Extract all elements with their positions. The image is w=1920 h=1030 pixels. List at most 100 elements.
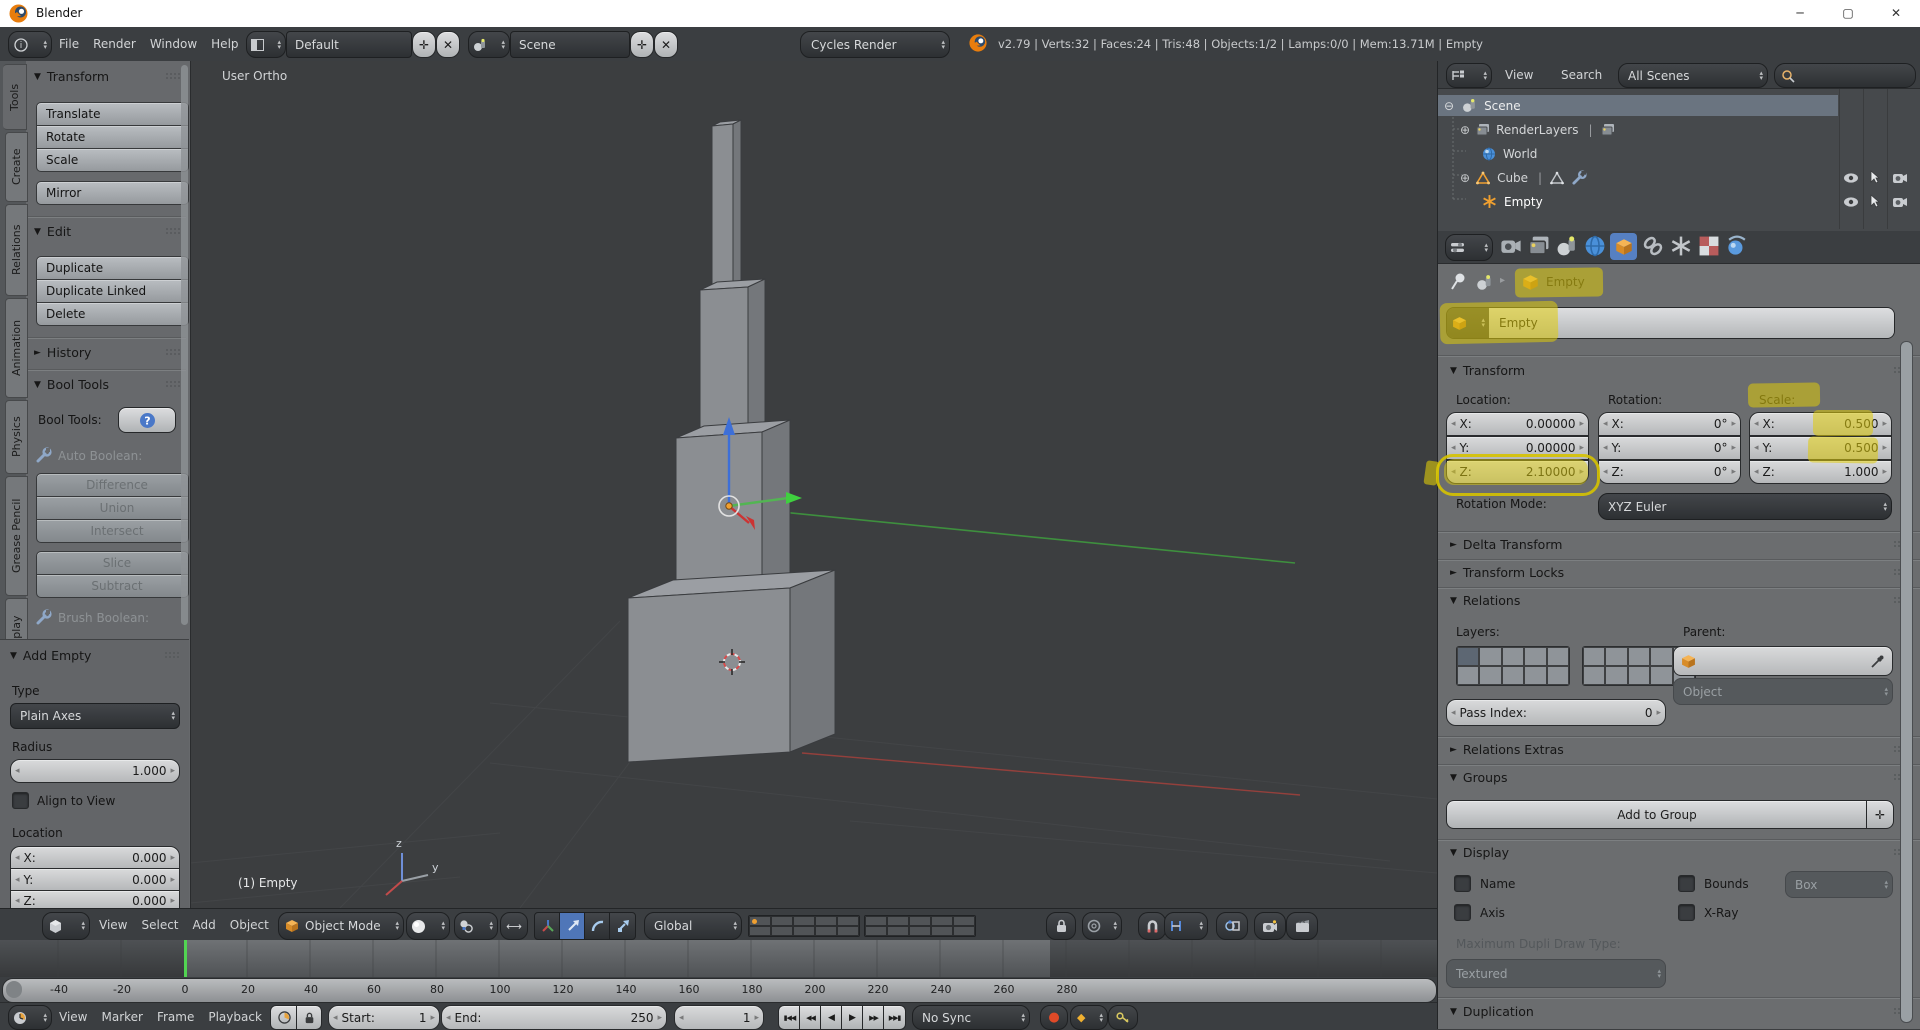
viewport-menu-object[interactable]: Object [223, 912, 276, 938]
align-to-view-checkbox[interactable] [12, 792, 29, 809]
boolean-slice-button[interactable]: Slice [36, 551, 189, 575]
scene-name-field[interactable]: Scene [510, 31, 630, 58]
breadcrumb-scene-icon[interactable] [1476, 274, 1493, 291]
shelf-tab-create[interactable]: Create [5, 132, 28, 202]
delete-layout-button[interactable]: ✕ [436, 31, 460, 58]
play-button[interactable]: ▶ [841, 1005, 864, 1030]
panel-grip[interactable] [165, 227, 182, 236]
ruler-end-knob[interactable] [6, 981, 22, 998]
panel-header-edit[interactable]: ▼ Edit [34, 224, 182, 239]
panel-grip[interactable] [165, 348, 182, 357]
panel-header-groups[interactable]: ▼ Groups [1450, 770, 1910, 785]
display-xray-checkbox[interactable] [1678, 904, 1695, 921]
render-engine-selector[interactable]: Cycles Render ▴ ▾ [800, 31, 950, 58]
opengl-render-anim-button[interactable] [1286, 912, 1318, 940]
next-keyframe-button[interactable]: ▶▶ [862, 1005, 885, 1030]
display-name-checkbox[interactable] [1454, 875, 1471, 892]
prop-scale-x[interactable]: ◂ X: 0.500 ▸ [1749, 412, 1892, 436]
object-name-field[interactable]: Empty [1489, 308, 1894, 338]
panel-header-history[interactable]: ► History [34, 345, 182, 360]
lock-to-scene-toggle[interactable] [1046, 912, 1076, 940]
use-preview-range-toggle[interactable] [270, 1005, 298, 1030]
empty-type-dropdown[interactable]: Plain Axes ▴ ▾ [10, 703, 180, 729]
panel-header-duplication[interactable]: ▼ Duplication [1450, 1004, 1910, 1019]
tab-constraints[interactable] [1642, 235, 1664, 260]
layers-widget-group2[interactable] [864, 915, 976, 937]
play-reverse-button[interactable]: ◀ [820, 1005, 843, 1030]
maximize-button[interactable]: ▢ [1824, 0, 1872, 26]
pass-index-field[interactable]: ◂ Pass Index: 0 ▸ [1446, 699, 1666, 726]
tab-object-active[interactable] [1610, 233, 1637, 260]
manipulator-translate-toggle[interactable] [559, 912, 586, 940]
timeline-menu-view[interactable]: View [52, 1004, 94, 1030]
shelf-tab-animation[interactable]: Animation [5, 298, 28, 398]
breadcrumb-object-name[interactable]: Empty [1546, 275, 1585, 289]
editor-type-selector[interactable]: i ▴ ▾ [8, 31, 52, 58]
timeline-menu-marker[interactable]: Marker [94, 1004, 149, 1030]
location-y-field[interactable]: ◂ Y: 0.000 ▸ [10, 868, 180, 891]
outliner-menu-view[interactable]: View [1498, 62, 1540, 88]
scale-button[interactable]: Scale [36, 148, 189, 172]
object-id-icon-segment[interactable]: ▴ ▾ [1447, 308, 1489, 338]
display-axis-checkbox[interactable] [1454, 904, 1471, 921]
prop-location-x[interactable]: ◂ X: 0.00000 ▸ [1446, 412, 1589, 436]
insert-keyframe-button[interactable] [1108, 1005, 1138, 1030]
bool-tools-help-button[interactable]: ? [118, 407, 176, 433]
shelf-tab-relations[interactable]: Relations [5, 204, 28, 296]
outliner-editor-selector[interactable]: ▴ ▾ [1446, 63, 1492, 88]
timeline-menu-playback[interactable]: Playback [201, 1004, 269, 1030]
add-scene-button[interactable]: ✛ [630, 31, 654, 58]
object-layers-grid1[interactable] [1456, 646, 1570, 686]
viewport-3d[interactable]: User Ortho z y (1) Empty [190, 61, 1437, 908]
menu-window[interactable]: Window [143, 31, 204, 57]
max-dupli-draw-dropdown[interactable]: Textured ▴ ▾ [1446, 959, 1666, 988]
tab-world[interactable] [1584, 235, 1606, 260]
mirror-button[interactable]: Mirror [36, 181, 189, 205]
outliner-menu-search[interactable]: Search [1554, 62, 1609, 88]
menu-file[interactable]: File [52, 31, 86, 57]
panel-grip[interactable] [165, 72, 182, 81]
viewport-editor-selector[interactable]: ▴ ▾ [42, 912, 90, 940]
add-to-group-button[interactable]: Add to Group [1446, 800, 1868, 829]
panel-grip[interactable] [165, 380, 182, 389]
prop-rotation-y[interactable]: ◂ Y: 0° ▸ [1598, 436, 1741, 460]
minimize-button[interactable]: ─ [1776, 0, 1824, 26]
modifier-wrench-icon[interactable] [1572, 170, 1587, 185]
expand-icon[interactable]: ⊕ [1460, 171, 1470, 185]
location-x-field[interactable]: ◂ X: 0.000 ▸ [10, 846, 180, 869]
prop-rotation-z[interactable]: ◂ Z: 0° ▸ [1598, 460, 1741, 484]
tab-physics[interactable] [1726, 235, 1748, 260]
prop-scale-z[interactable]: ◂ Z: 1.000 ▸ [1749, 460, 1892, 484]
panel-header-bool-tools[interactable]: ▼ Bool Tools [34, 377, 182, 392]
shelf-tab-grease-pencil[interactable]: Grease Pencil [5, 476, 28, 596]
add-to-group-plus-button[interactable]: ✛ [1866, 800, 1894, 829]
pivot-align-toggle[interactable]: ⟷ [500, 912, 528, 940]
renderlayers-data-icon[interactable] [1601, 123, 1615, 137]
bounds-type-dropdown[interactable]: Box ▴ ▾ [1785, 871, 1893, 898]
panel-header-transform-props[interactable]: ▼ Transform [1450, 363, 1910, 378]
timeline-editor-selector[interactable]: ▴ ▾ [8, 1005, 52, 1030]
properties-editor-selector[interactable]: ▴ ▾ [1445, 234, 1493, 261]
panel-header-relations[interactable]: ▼ Relations [1450, 593, 1910, 608]
parent-field[interactable] [1673, 646, 1893, 676]
panel-header-add-empty[interactable]: ▼ Add Empty [10, 648, 181, 663]
screen-layout-name[interactable]: Default [286, 31, 412, 58]
eyedropper-icon[interactable] [1870, 654, 1885, 669]
timeline-ruler[interactable]: -40 -20 0 20 40 60 80 100 120 140 160 18… [2, 978, 1437, 1003]
lock-time-cursor-toggle[interactable] [296, 1005, 322, 1030]
outliner-row-cube[interactable]: ⊕ Cube | [1438, 167, 1838, 188]
shelf-tab-tools[interactable]: Tools [3, 64, 27, 130]
radius-field[interactable]: ◂ 1.000 ▸ [10, 759, 180, 783]
translate-button[interactable]: Translate [36, 102, 189, 126]
pivot-point-dropdown[interactable]: ▴ ▾ [454, 912, 498, 940]
timeline-menu-frame[interactable]: Frame [150, 1004, 201, 1030]
viewport-menu-view[interactable]: View [92, 912, 134, 938]
panel-header-transform-locks[interactable]: ► Transform Locks [1450, 565, 1910, 580]
add-layout-button[interactable]: ✛ [412, 31, 436, 58]
auto-keyframe-toggle[interactable]: ● [1040, 1005, 1068, 1030]
viewport-menu-select[interactable]: Select [134, 912, 185, 938]
shelf-scrollbar[interactable] [181, 65, 188, 625]
tab-render[interactable] [1500, 235, 1522, 260]
tab-texture[interactable] [1698, 235, 1720, 260]
shelf-tab-physics[interactable]: Physics [5, 400, 28, 474]
